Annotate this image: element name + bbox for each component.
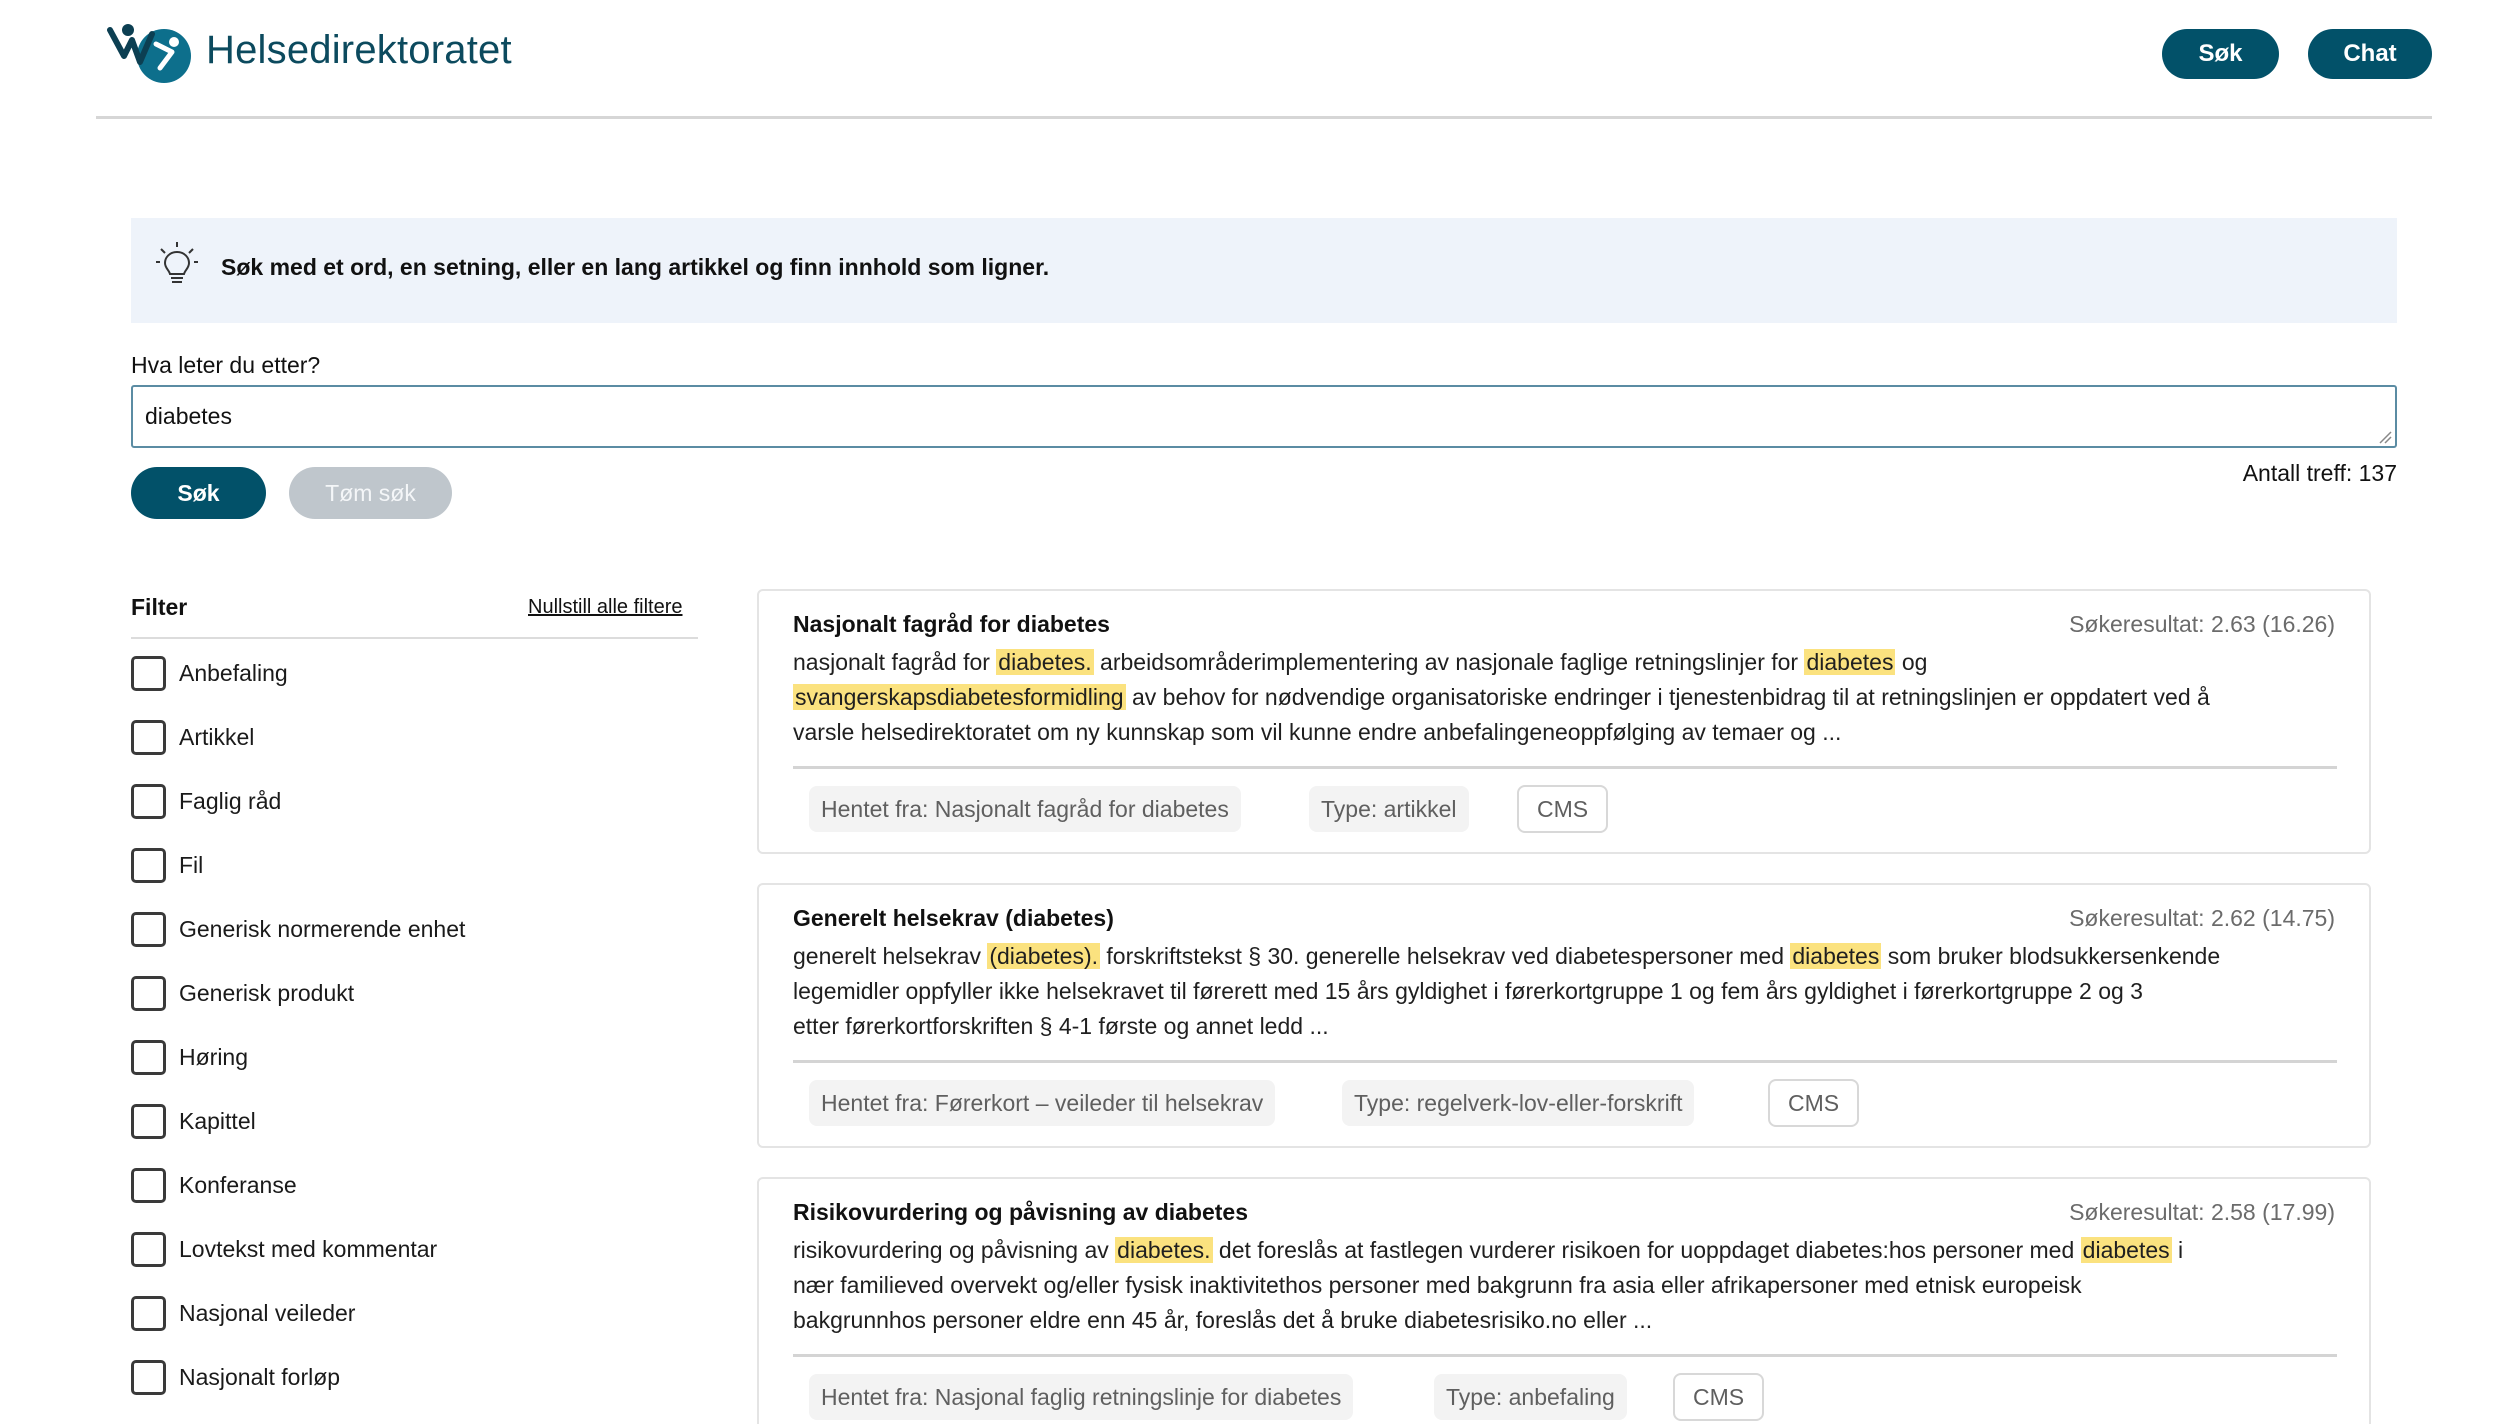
filter-divider xyxy=(131,637,698,639)
card-divider xyxy=(793,766,2337,769)
filter-item-artikkel[interactable]: Artikkel xyxy=(131,718,254,756)
cms-tag[interactable]: CMS xyxy=(1673,1373,1765,1421)
checkbox[interactable] xyxy=(131,847,166,883)
filter-item-nasjonal-veileder[interactable]: Nasjonal veileder xyxy=(131,1294,355,1332)
filter-item-konferanse[interactable]: Konferanse xyxy=(131,1166,297,1204)
card-divider xyxy=(793,1060,2337,1063)
source-tag: Hentet fra: Førerkort – veileder til hel… xyxy=(809,1080,1276,1126)
resize-grip-icon[interactable] xyxy=(2378,430,2392,444)
cms-tag[interactable]: CMS xyxy=(1768,1079,1860,1127)
reset-filters-link[interactable]: Nullstill alle filtere xyxy=(528,596,683,619)
checkbox[interactable] xyxy=(131,911,166,947)
highlight: diabetes xyxy=(1790,943,1882,969)
filter-item-lovtekst-med-kommentar[interactable]: Lovtekst med kommentar xyxy=(131,1230,437,1268)
type-tag: Type: artikkel xyxy=(1309,786,1469,832)
checkbox[interactable] xyxy=(131,1295,166,1331)
result-title[interactable]: Nasjonalt fagråd for diabetes xyxy=(793,611,1110,638)
filter-item-fil[interactable]: Fil xyxy=(131,846,203,884)
result-title[interactable]: Risikovurdering og påvisning av diabetes xyxy=(793,1199,1248,1226)
filter-item-kapittel[interactable]: Kapittel xyxy=(131,1102,256,1140)
filter-item-anbefaling[interactable]: Anbefaling xyxy=(131,654,288,692)
highlight: svangerskapsdiabetesformidling xyxy=(793,684,1126,710)
filter-title: Filter xyxy=(131,594,188,620)
highlight: diabetes xyxy=(1804,649,1896,675)
hit-count: Antall treff: 137 xyxy=(2242,460,2397,486)
header-chat-button[interactable]: Chat xyxy=(2308,29,2432,79)
result-snippet: risikovurdering og påvisning av diabetes… xyxy=(793,1237,2184,1333)
result-snippet: generelt helsekrav (diabetes). forskrift… xyxy=(793,943,2221,1039)
checkbox[interactable] xyxy=(131,975,166,1011)
checkbox[interactable] xyxy=(131,1039,166,1075)
filter-label: Faglig råd xyxy=(179,787,282,814)
brand-name[interactable]: Helsedirektoratet xyxy=(206,28,512,73)
filter-label: Artikkel xyxy=(179,723,255,750)
helsedirektoratet-logo-icon[interactable] xyxy=(106,22,192,86)
filter-label: Anbefaling xyxy=(179,659,288,686)
filter-label: Generisk normerende enhet xyxy=(179,915,466,942)
checkbox[interactable] xyxy=(131,783,166,819)
highlight: diabetes xyxy=(2080,1237,2172,1263)
result-card[interactable]: Generelt helsekrav (diabetes) Søkeresult… xyxy=(757,883,2371,1148)
filter-label: Lovtekst med kommentar xyxy=(179,1235,438,1262)
checkbox[interactable] xyxy=(131,1231,166,1267)
highlight: (diabetes). xyxy=(987,943,1101,969)
card-divider xyxy=(793,1354,2337,1357)
lightbulb-icon xyxy=(156,242,198,283)
source-tag: Hentet fra: Nasjonal faglig retningslinj… xyxy=(809,1374,1354,1420)
filter-label: Konferanse xyxy=(179,1171,297,1198)
result-snippet: nasjonalt fagråd for diabetes. arbeidsom… xyxy=(793,649,2210,745)
highlight: diabetes. xyxy=(996,649,1094,675)
clear-search-button[interactable]: Tøm søk xyxy=(289,467,452,519)
checkbox[interactable] xyxy=(131,1103,166,1139)
filter-item-faglig-rad[interactable]: Faglig råd xyxy=(131,782,281,820)
filter-item-generisk-normerende-enhet[interactable]: Generisk normerende enhet xyxy=(131,910,465,948)
result-title[interactable]: Generelt helsekrav (diabetes) xyxy=(793,905,1114,932)
filter-item-generisk-produkt[interactable]: Generisk produkt xyxy=(131,974,354,1012)
result-score: Søkeresultat: 2.62 (14.75) xyxy=(2069,905,2335,931)
filter-label: Nasjonal veileder xyxy=(179,1299,356,1326)
filter-label: Generisk produkt xyxy=(179,979,355,1006)
search-button[interactable]: Søk xyxy=(131,467,266,519)
result-card[interactable]: Risikovurdering og påvisning av diabetes… xyxy=(757,1177,2371,1424)
result-score: Søkeresultat: 2.58 (17.99) xyxy=(2069,1199,2335,1225)
checkbox[interactable] xyxy=(131,1167,166,1203)
header-search-button[interactable]: Søk xyxy=(2162,29,2279,79)
search-input[interactable] xyxy=(131,385,2397,448)
filter-label: Fil xyxy=(179,851,204,878)
checkbox[interactable] xyxy=(131,719,166,755)
search-label: Hva leter du etter? xyxy=(131,352,321,378)
filter-label: Nasjonalt forløp xyxy=(179,1363,341,1390)
filter-label: Kapittel xyxy=(179,1107,256,1134)
cms-tag[interactable]: CMS xyxy=(1517,785,1609,833)
checkbox[interactable] xyxy=(131,655,166,691)
filter-item-horing[interactable]: Høring xyxy=(131,1038,248,1076)
highlight: diabetes. xyxy=(1115,1237,1213,1263)
banner-text: Søk med et ord, en setning, eller en lan… xyxy=(221,254,1050,280)
site-header: Helsedirektoratet Søk Chat xyxy=(96,0,2432,119)
source-tag: Hentet fra: Nasjonalt fagråd for diabete… xyxy=(809,786,1241,832)
result-score: Søkeresultat: 2.63 (16.26) xyxy=(2069,611,2335,637)
filter-item-nasjonalt-forlop[interactable]: Nasjonalt forløp xyxy=(131,1358,340,1396)
info-banner: Søk med et ord, en setning, eller en lan… xyxy=(131,218,2397,323)
type-tag: Type: anbefaling xyxy=(1434,1374,1627,1420)
result-card[interactable]: Nasjonalt fagråd for diabetes Søkeresult… xyxy=(757,589,2371,854)
checkbox[interactable] xyxy=(131,1359,166,1395)
type-tag: Type: regelverk-lov-eller-forskrift xyxy=(1342,1080,1695,1126)
filter-label: Høring xyxy=(179,1043,249,1070)
